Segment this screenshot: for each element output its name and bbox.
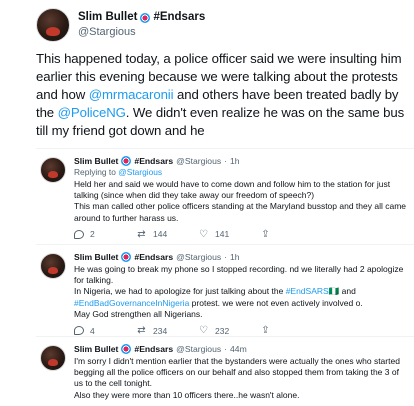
share-icon: ⇪ <box>261 325 270 337</box>
display-name[interactable]: Slim Bullet <box>74 343 118 355</box>
separator-dot: · <box>224 344 228 354</box>
display-name-suffix: #Endsars <box>134 344 174 354</box>
reply-button[interactable]: 4 <box>74 326 136 336</box>
comment-icon <box>74 229 84 239</box>
flag-emoji-icon <box>121 156 132 166</box>
reply-tweet[interactable]: Slim Bullet #Endsars @Stargious · 44m I'… <box>36 336 414 406</box>
main-tweet-header: Slim Bullet #Endsars @Stargious <box>36 8 205 42</box>
like-count: 232 <box>215 325 230 336</box>
action-bar: 2 ⇄ 144 ♡ 141 ⇪ <box>74 229 408 240</box>
reply-count: 4 <box>90 325 95 336</box>
reply-tweet[interactable]: Slim Bullet #Endsars @Stargious · 1h He … <box>36 244 414 337</box>
heart-icon: ♡ <box>199 325 208 337</box>
heart-icon: ♡ <box>199 228 208 240</box>
avatar[interactable] <box>40 253 66 279</box>
reply-text: He was going to break my phone so I stop… <box>74 264 408 320</box>
timestamp[interactable]: 44m <box>230 343 247 355</box>
reply-button[interactable]: 2 <box>74 229 136 239</box>
display-name-suffix: #Endsars <box>153 11 206 23</box>
like-count: 141 <box>215 229 230 240</box>
timestamp[interactable]: 1h <box>230 155 240 167</box>
display-name-text: Slim Bullet <box>78 11 138 23</box>
reply-tweet[interactable]: Slim Bullet #Endsars @Stargious · 1h Rep… <box>36 148 414 245</box>
replying-to-handle[interactable]: @Stargious <box>118 167 162 177</box>
display-name[interactable]: Slim Bullet <box>74 155 118 167</box>
hashtag-link[interactable]: #EndBadGovernanceInNigeria <box>74 298 189 308</box>
flag-emoji-icon <box>121 344 132 354</box>
mention-link[interactable]: @PoliceNG <box>58 105 126 120</box>
avatar[interactable] <box>36 8 70 42</box>
avatar[interactable] <box>40 157 66 183</box>
flag-emoji-icon <box>121 252 132 262</box>
text-segment: 🇳🇬 and <box>328 286 356 297</box>
retweet-button[interactable]: ⇄ 234 <box>136 325 198 336</box>
retweet-count: 234 <box>153 325 168 336</box>
author-names: Slim Bullet #Endsars @Stargious <box>78 10 205 40</box>
display-name-suffix: #Endsars <box>134 156 174 166</box>
share-button[interactable]: ⇪ <box>260 229 322 240</box>
reply-header: Slim Bullet #Endsars @Stargious · 1h <box>74 155 408 167</box>
timestamp[interactable]: 1h <box>230 251 240 263</box>
like-button[interactable]: ♡ 232 <box>198 325 260 336</box>
reply-header: Slim Bullet #Endsars @Stargious · 44m <box>74 343 408 355</box>
replying-to-label: Replying to <box>74 167 116 177</box>
tweet-thread: Slim Bullet #Endsars @Stargious This hap… <box>0 0 414 406</box>
hashtag-link[interactable]: #EndSARS <box>286 286 329 296</box>
author-handle[interactable]: @Stargious <box>176 251 221 263</box>
retweet-count: 144 <box>153 229 168 240</box>
like-button[interactable]: ♡ 141 <box>198 229 260 240</box>
separator-dot: · <box>224 156 228 166</box>
reply-header: Slim Bullet #Endsars @Stargious · 1h <box>74 251 408 263</box>
replying-to: Replying to @Stargious <box>74 167 408 178</box>
mention-link[interactable]: @mrmacaronii <box>89 87 174 102</box>
retweet-button[interactable]: ⇄ 144 <box>136 229 198 240</box>
main-tweet-text: This happened today, a police officer sa… <box>36 50 408 140</box>
reply-text: Held her and said we would have to come … <box>74 179 406 223</box>
share-button[interactable]: ⇪ <box>260 325 322 336</box>
action-bar: 4 ⇄ 234 ♡ 232 ⇪ <box>74 325 408 336</box>
display-name[interactable]: Slim Bullet <box>74 251 118 263</box>
share-icon: ⇪ <box>261 228 270 240</box>
author-handle[interactable]: @Stargious <box>78 25 205 40</box>
reply-count: 2 <box>90 229 95 240</box>
comment-icon <box>74 326 84 336</box>
retweet-icon: ⇄ <box>137 325 146 337</box>
retweet-icon: ⇄ <box>137 228 146 240</box>
display-name[interactable]: Slim Bullet #Endsars <box>78 10 205 25</box>
avatar[interactable] <box>40 345 66 371</box>
reply-text: I'm sorry I didn't mention earlier that … <box>74 356 400 400</box>
flag-emoji-icon <box>140 12 151 23</box>
display-name-suffix: #Endsars <box>134 252 174 262</box>
author-handle[interactable]: @Stargious <box>176 155 221 167</box>
separator-dot: · <box>224 252 228 262</box>
author-handle[interactable]: @Stargious <box>176 343 221 355</box>
